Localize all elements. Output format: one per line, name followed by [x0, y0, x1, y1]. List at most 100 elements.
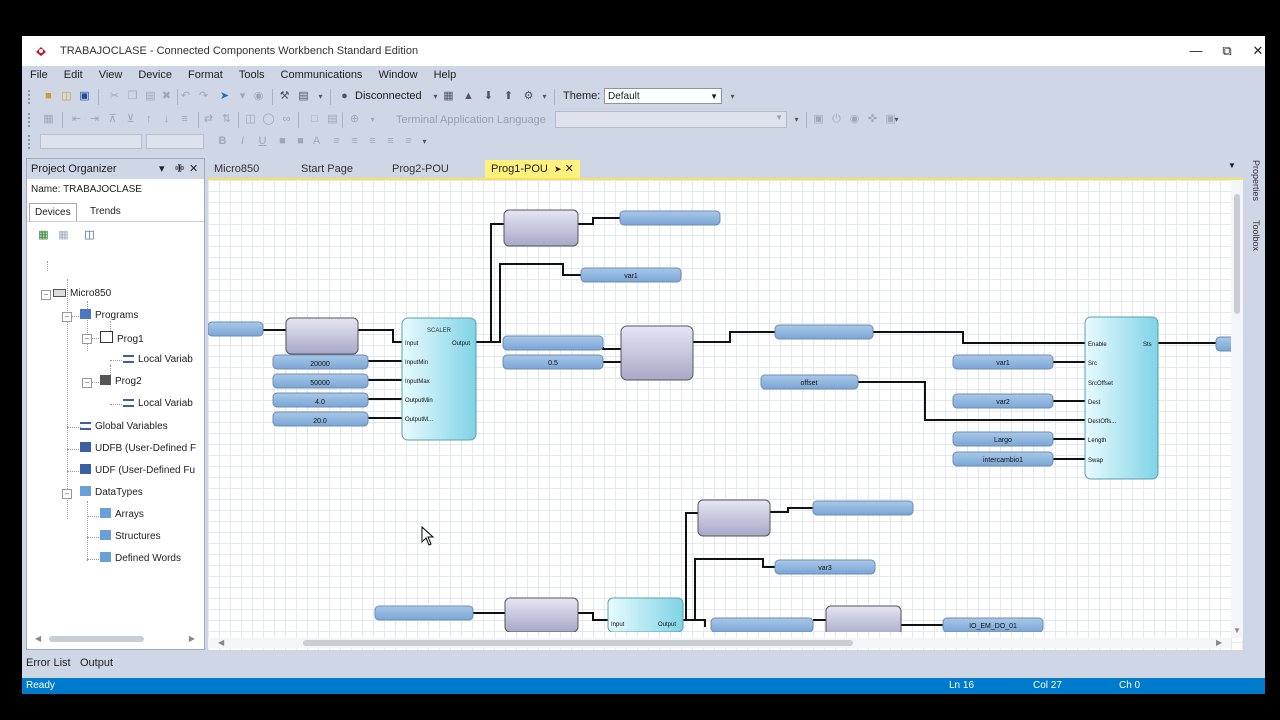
fb-any-to-uint-1[interactable]: [503, 209, 579, 247]
toolbox-panel-tab[interactable]: Toolbox: [1251, 220, 1261, 251]
output-variable-analog[interactable]: [619, 210, 721, 226]
scroll-thumb[interactable]: [49, 636, 144, 642]
underline-icon[interactable]: U: [256, 135, 269, 148]
scroll-right-icon[interactable]: ▶: [1216, 638, 1222, 647]
connection-status[interactable]: Disconnected: [355, 90, 422, 102]
cut-icon[interactable]: ✂: [108, 90, 121, 103]
zoom-dropdown-icon[interactable]: ▾: [366, 113, 379, 126]
tree-item-datatypes[interactable]: DataTypes: [80, 486, 143, 500]
toolbar-grip-2[interactable]: [28, 113, 34, 127]
fbd-editor-canvas[interactable]: 20000 50000 4.0 20.0 SCALER Input InputM…: [208, 178, 1243, 650]
expander-datatypes[interactable]: −: [62, 489, 72, 499]
scroll-left-icon[interactable]: ◀: [35, 634, 41, 643]
tree-item-global-variables[interactable]: Global Variables: [80, 420, 168, 434]
tab-prog2-pou[interactable]: Prog2-POU: [392, 160, 449, 178]
tab-devices[interactable]: Devices: [29, 203, 77, 222]
variable-lower-const[interactable]: [710, 617, 814, 633]
fb-multiply[interactable]: [620, 325, 694, 381]
vertical-scroll-thumb[interactable]: [1234, 194, 1240, 314]
toolbar-overflow-3-icon[interactable]: ▾: [726, 90, 739, 103]
uncomment-icon[interactable]: ⇅: [220, 113, 233, 126]
comment-icon[interactable]: ⇄: [202, 113, 215, 126]
program-mode-icon[interactable]: ⬆: [502, 90, 515, 103]
delete-icon[interactable]: ✖: [160, 90, 173, 103]
panel-dropdown-icon[interactable]: ▾: [159, 159, 165, 179]
tree-item-arrays[interactable]: Arrays: [100, 508, 144, 522]
toolbar-grip[interactable]: [28, 90, 34, 104]
block-icon[interactable]: □: [308, 113, 321, 126]
zoom-in-icon[interactable]: ⊕: [348, 113, 361, 126]
font-name-select[interactable]: [40, 134, 142, 149]
toolbar-overflow-4-icon[interactable]: ▾: [790, 113, 803, 126]
fb-compare[interactable]: [825, 605, 902, 637]
fb-scaler-1[interactable]: SCALER Input InputMin InputMax OutputMin…: [401, 317, 477, 441]
tree-item-prog1-variables[interactable]: Local Variab: [123, 353, 193, 367]
pin-tab-icon[interactable]: ➤: [554, 164, 562, 174]
open-folder-icon[interactable]: ◫: [60, 90, 73, 103]
tab-list-dropdown-icon[interactable]: ▼: [1228, 161, 1236, 170]
canvas-horizontal-scrollbar[interactable]: ◀ ▶: [208, 638, 1231, 648]
tree-item-prog2-variables[interactable]: Local Variab: [123, 397, 193, 411]
canvas-vertical-scrollbar[interactable]: ▼: [1231, 180, 1243, 638]
fb-cop[interactable]: Enable Src SrcOffset Dest DestOffs... Le…: [1084, 316, 1159, 480]
save-icon[interactable]: ▣: [78, 90, 91, 103]
variable-icon[interactable]: ▤: [326, 113, 339, 126]
expander-prog2[interactable]: −: [82, 378, 92, 388]
align-bottom-icon[interactable]: ⊻: [124, 113, 137, 126]
tab-micro850[interactable]: Micro850: [214, 160, 259, 178]
tree-item-micro850[interactable]: Micro850: [53, 287, 111, 301]
redo-icon[interactable]: ↷: [197, 90, 210, 103]
connect-icon[interactable]: ●: [338, 90, 351, 103]
fb-any-to-uint-2[interactable]: [697, 499, 771, 537]
fb-any-to-real-1[interactable]: [285, 317, 359, 355]
power-icon[interactable]: ⏻: [830, 113, 843, 126]
tree-item-programs[interactable]: Programs: [80, 309, 138, 323]
grid-icon[interactable]: ▦: [42, 113, 55, 126]
align-left-icon[interactable]: ⇤: [70, 113, 83, 126]
tab-prog1-pou[interactable]: Prog1-POU ➤ ✕: [485, 160, 580, 178]
font-size-select[interactable]: [146, 134, 204, 149]
bold-icon[interactable]: B: [216, 135, 229, 148]
align-text-center-icon[interactable]: ≡: [348, 135, 361, 148]
output-variable-em-do[interactable]: IO_EM_DO_01: [942, 617, 1044, 633]
tree-item-prog2[interactable]: Prog2: [100, 375, 142, 389]
toolbar-overflow-2-icon[interactable]: ▾: [538, 90, 551, 103]
build-icon[interactable]: ⚒: [278, 90, 291, 103]
new-project-icon[interactable]: ■: [42, 90, 55, 103]
menu-help[interactable]: Help: [426, 66, 465, 84]
horizontal-scroll-thumb[interactable]: [303, 640, 853, 646]
upload-icon[interactable]: ▲: [462, 90, 475, 103]
tree-view-icon[interactable]: ◫: [83, 229, 96, 242]
menu-edit[interactable]: Edit: [56, 66, 91, 84]
ladder-icon[interactable]: ◫: [244, 113, 257, 126]
minimize-button[interactable]: —: [1185, 41, 1207, 61]
close-tab-icon[interactable]: ✕: [565, 163, 574, 175]
fb-scaler-2[interactable]: Input Output: [607, 597, 684, 633]
menu-tools[interactable]: Tools: [231, 66, 273, 84]
italic-icon[interactable]: I: [236, 135, 249, 148]
tab-start-page[interactable]: Start Page: [301, 160, 353, 178]
device-details-icon[interactable]: ▦: [442, 90, 455, 103]
list-icon[interactable]: ≡: [402, 135, 415, 148]
terminal-language-select[interactable]: ▼: [555, 111, 787, 128]
paste-icon[interactable]: ▤: [144, 90, 157, 103]
expander-programs[interactable]: −: [62, 312, 72, 322]
navigate-forward-icon[interactable]: ◉: [252, 90, 265, 103]
highlight-icon[interactable]: ■: [276, 135, 289, 148]
tab-trends[interactable]: Trends: [85, 203, 126, 221]
align-right-icon[interactable]: ⇥: [88, 113, 101, 126]
properties-panel-tab[interactable]: Properties: [1251, 160, 1261, 201]
tree-item-structures[interactable]: Structures: [100, 530, 161, 544]
justify-text-icon[interactable]: ≡: [384, 135, 397, 148]
remove-device-icon[interactable]: ▦: [57, 229, 70, 242]
cop-input-variables[interactable]: var1 var2 Largo intercambio1: [952, 354, 1054, 467]
tree-item-defined-words[interactable]: Defined Words: [100, 552, 181, 566]
tab-output[interactable]: Output: [80, 657, 113, 669]
undo-icon[interactable]: ↶: [179, 90, 192, 103]
variable-const-a[interactable]: [502, 335, 604, 351]
distribute-icon[interactable]: ≡: [178, 113, 191, 126]
navigate-dropdown-icon[interactable]: ▾: [236, 90, 249, 103]
contact-icon[interactable]: ◯: [262, 113, 275, 126]
align-text-right-icon[interactable]: ≡: [366, 135, 379, 148]
move-down-icon[interactable]: ↓: [160, 113, 173, 126]
